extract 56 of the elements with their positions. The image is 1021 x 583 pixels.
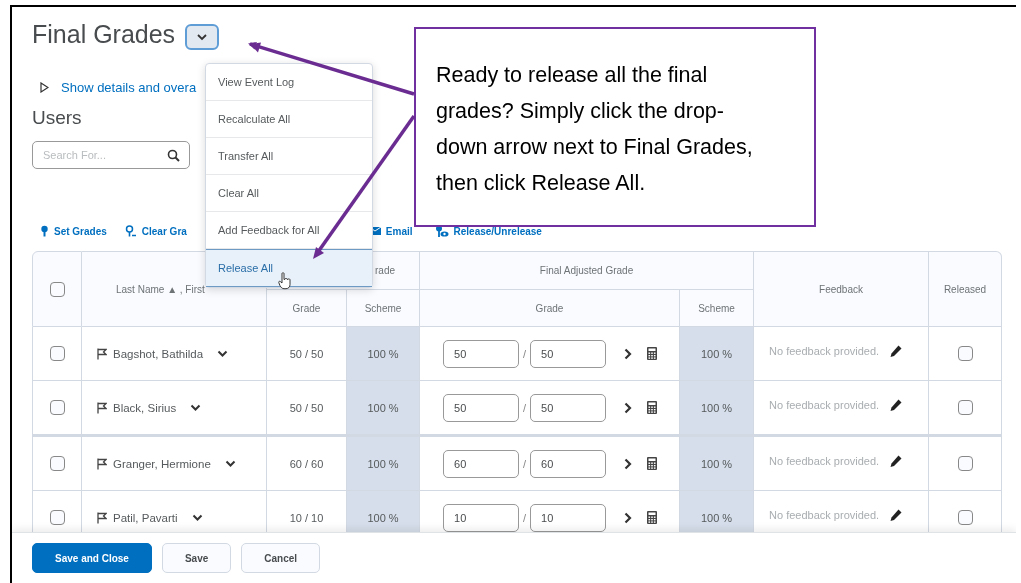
column-header: Grade xyxy=(535,302,564,314)
grade-value: 10 / 10 xyxy=(289,511,324,524)
max-grade-input[interactable]: 50 xyxy=(530,393,607,422)
max-grade-input[interactable]: 10 xyxy=(530,503,607,532)
grade-value: 50 / 50 xyxy=(289,347,324,360)
callout-text: Ready to release all the final grades? Simply click the drop-down arrow next to Final Grades, then click Release All. xyxy=(436,62,754,197)
menu-item[interactable]: Transfer All xyxy=(206,138,372,175)
feedback-text: No feedback provided. xyxy=(769,398,880,411)
scheme-value: 100 % xyxy=(367,457,399,470)
column-header: Feedback xyxy=(819,283,863,295)
footer-button[interactable]: Save and Close xyxy=(32,543,152,573)
grade-input[interactable]: 50 xyxy=(443,393,519,422)
max-grade-input[interactable]: 50 xyxy=(530,339,607,368)
scheme-value: 100 % xyxy=(700,401,733,414)
grade-input[interactable]: 10 xyxy=(443,503,519,532)
student-name[interactable]: Bagshot, Bathilda xyxy=(113,347,204,360)
menu-item[interactable]: View Event Log xyxy=(206,64,372,101)
slash-separator: / xyxy=(523,457,527,470)
toolbar-link[interactable]: Set Grades xyxy=(40,225,107,237)
grade-value: 60 / 60 xyxy=(289,457,324,470)
scheme-value: 100 % xyxy=(700,457,733,470)
max-grade-input[interactable]: 60 xyxy=(530,449,607,478)
scheme-value: 100 % xyxy=(700,347,733,360)
grade-input[interactable]: 50 xyxy=(443,339,519,368)
feedback-text: No feedback provided. xyxy=(769,508,880,521)
scheme-value: 100 % xyxy=(367,347,399,360)
slash-separator: / xyxy=(523,401,527,414)
column-header: Released xyxy=(943,283,987,295)
column-header: rade xyxy=(375,265,395,276)
student-name[interactable]: Black, Sirius xyxy=(113,401,177,414)
column-header[interactable]: Last Name ▲ , First xyxy=(116,283,205,295)
feedback-text: No feedback provided. xyxy=(769,344,880,357)
users-heading: Users xyxy=(32,107,82,129)
scheme-value: 100 % xyxy=(367,511,399,524)
toolbar-link[interactable]: Clear Gra xyxy=(124,225,187,237)
student-name[interactable]: Granger, Hermione xyxy=(113,457,211,470)
column-header: Final Adjusted Grade xyxy=(539,265,634,276)
feedback-text: No feedback provided. xyxy=(769,454,880,467)
show-details-link[interactable]: Show details and overa xyxy=(61,79,197,95)
grade-value: 50 / 50 xyxy=(289,401,324,414)
footer-button[interactable]: Save xyxy=(161,543,232,573)
column-header: Scheme xyxy=(698,302,735,314)
search-field[interactable]: Search For... xyxy=(32,141,190,169)
menu-item[interactable]: Clear All xyxy=(206,175,372,212)
slash-separator: / xyxy=(523,347,527,360)
slash-separator: / xyxy=(523,511,527,524)
column-header: Scheme xyxy=(364,302,402,314)
student-name[interactable]: Patil, Pavarti xyxy=(113,511,178,524)
scheme-value: 100 % xyxy=(367,401,399,414)
menu-item[interactable]: Release All xyxy=(206,249,372,287)
scheme-value: 100 % xyxy=(700,511,733,524)
column-header: Grade xyxy=(292,302,321,314)
page-title: Final Grades xyxy=(32,19,176,49)
grade-input[interactable]: 60 xyxy=(443,449,519,478)
menu-item[interactable]: Recalculate All xyxy=(206,101,372,138)
footer-button[interactable]: Cancel xyxy=(241,543,321,573)
